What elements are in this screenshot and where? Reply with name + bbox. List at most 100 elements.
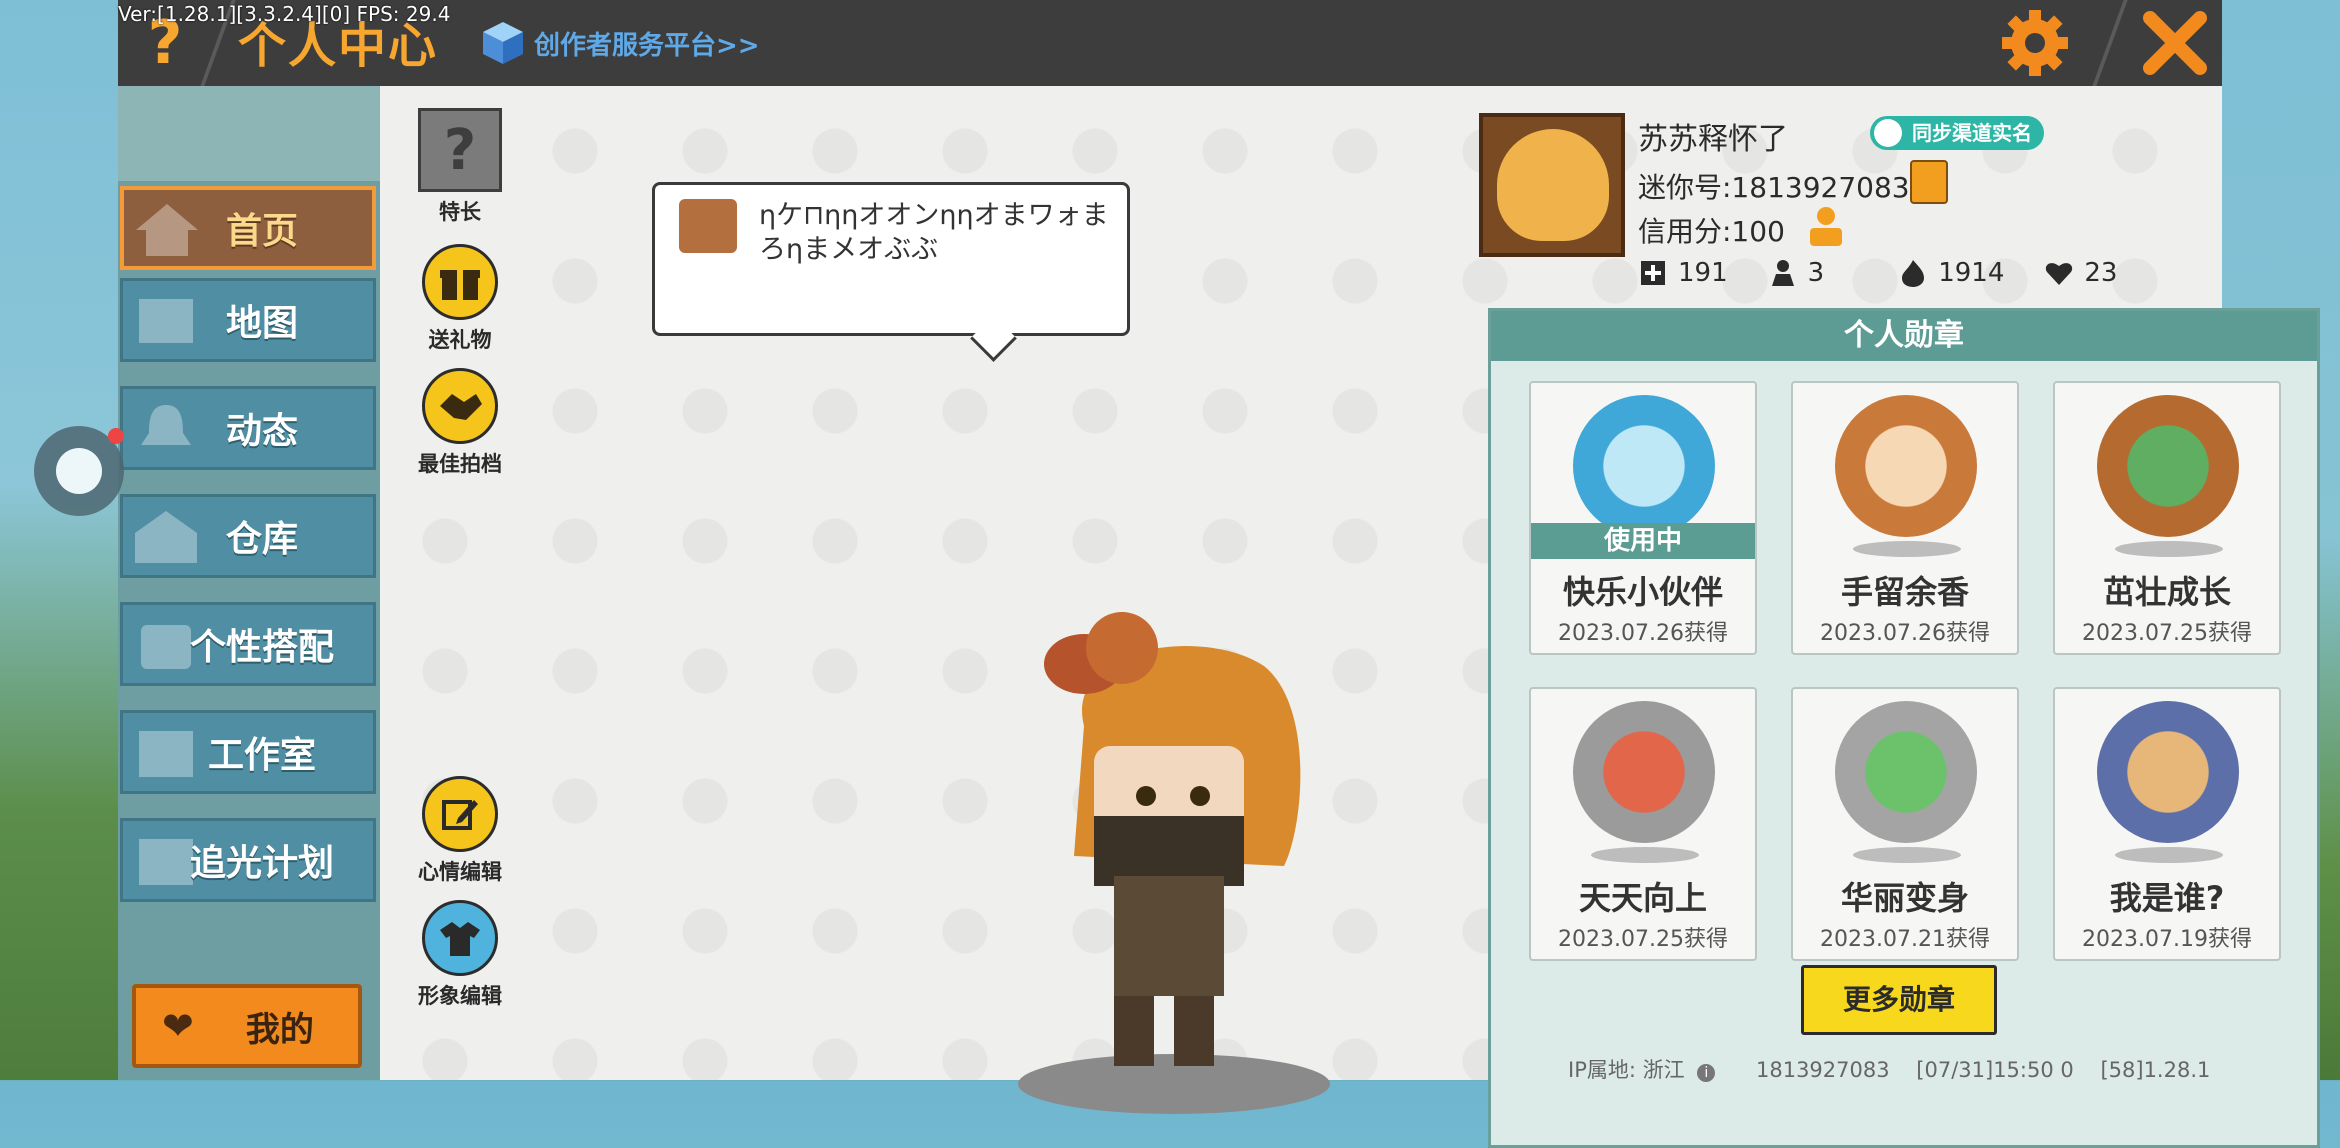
badge-name: 手留余香: [1840, 573, 1969, 611]
heart-icon: ❤: [162, 1004, 194, 1048]
credit-person-icon[interactable]: [1804, 204, 1848, 248]
badge-date: 2023.07.19获得: [2082, 927, 2252, 952]
badge-date: 2023.07.25获得: [2082, 621, 2252, 646]
stat-value: 1914: [1938, 258, 2005, 288]
info-icon: i: [1697, 1064, 1716, 1082]
gift-icon: [422, 244, 498, 320]
stat-value: 3: [1807, 258, 1825, 288]
badge-card[interactable]: 使用中 快乐小伙伴 2023.07.26获得: [1529, 381, 1757, 655]
creator-platform-label: 创作者服务平台>>: [534, 30, 760, 61]
profile-stats: 191 3 1914 23: [1638, 258, 2151, 288]
badge-name: 快乐小伙伴: [1562, 573, 1723, 611]
trait-label: 特长: [439, 200, 481, 224]
stat-popularity[interactable]: 1914: [1898, 258, 2004, 288]
mini-id: 迷你号:1813927083: [1638, 171, 1910, 204]
more-badges-button[interactable]: 更多勋章: [1801, 965, 1997, 1035]
sidebar-item-label: 地图: [225, 303, 298, 344]
medal-shadow: [1591, 847, 1699, 863]
fire-icon: [1902, 260, 1925, 287]
stat-value: 23: [2084, 258, 2118, 288]
like-heart-icon: [2046, 263, 2073, 285]
ip-location: IP属地: 浙江: [1568, 1058, 1685, 1082]
sidebar-item-label: 仓库: [225, 519, 298, 560]
badge-date: 2023.07.26获得: [1558, 621, 1728, 646]
avatar[interactable]: [1479, 113, 1625, 257]
sidebar: 首页 地图 动态 仓库 个性搭配 工作室 追光计划 ❤ 我的: [118, 86, 380, 1080]
sidebar-item-spotlight[interactable]: 追光计划: [120, 818, 376, 902]
badge-name: 华丽变身: [1840, 879, 1969, 917]
outfit-icon: [422, 900, 498, 976]
sidebar-item-outfit[interactable]: 个性搭配: [120, 602, 376, 686]
badge-medal-icon: [1573, 395, 1715, 537]
float-button-inner: [56, 448, 102, 494]
mood-speech-bubble: ηケ⊓ηηオオンηηオまワォまろηまメオぶぶ: [652, 182, 1130, 336]
medal-shadow: [2115, 541, 2223, 557]
mine-button[interactable]: ❤ 我的: [132, 984, 362, 1068]
map-icon: [139, 299, 193, 343]
sidebar-item-label: 动态: [225, 411, 298, 452]
stat-likes[interactable]: 23: [2044, 258, 2117, 288]
creator-platform-link[interactable]: 创作者服务平台>>: [480, 18, 760, 68]
notification-dot: [108, 428, 124, 444]
house-icon: [136, 204, 198, 256]
close-icon[interactable]: [2136, 4, 2214, 82]
bell-icon: [141, 405, 191, 445]
appearance-edit-button[interactable]: 形象编辑: [410, 900, 510, 1010]
best-partner-button[interactable]: 最佳拍档: [410, 368, 510, 478]
sidebar-item-home[interactable]: 首页: [120, 186, 376, 270]
sidebar-item-map[interactable]: 地图: [120, 278, 376, 362]
gear-icon[interactable]: [1998, 6, 2072, 80]
sidebar-item-label: 工作室: [207, 735, 316, 776]
badge-medal-icon: [1835, 701, 1977, 843]
mood-text: ηケ⊓ηηオオンηηオまワォまろηまメオぶぶ: [759, 200, 1109, 265]
copy-icon[interactable]: [1910, 160, 1948, 204]
badge-date: 2023.07.25获得: [1558, 927, 1728, 952]
badge-name: 天天向上: [1578, 879, 1707, 917]
badge-date: 2023.07.26获得: [1820, 621, 1990, 646]
footer-time: [07/31]15:50 0: [1916, 1058, 2074, 1082]
player-avatar-model[interactable]: [964, 606, 1424, 1126]
footer-version: [58]1.28.1: [2100, 1058, 2211, 1082]
gift-button[interactable]: 送礼物: [410, 244, 510, 354]
stat-friends[interactable]: 191: [1638, 258, 1728, 288]
badge-card[interactable]: 手留余香 2023.07.26获得: [1791, 381, 2019, 655]
gift-label: 送礼物: [428, 328, 492, 352]
sidebar-item-warehouse[interactable]: 仓库: [120, 494, 376, 578]
badge-card[interactable]: 我是谁? 2023.07.19获得: [2053, 687, 2281, 961]
sidebar-item-feed[interactable]: 动态: [120, 386, 376, 470]
medal-shadow: [2115, 847, 2223, 863]
badge-medal-icon: [2097, 395, 2239, 537]
sidebar-header: [118, 86, 380, 181]
mood-edit-label: 心情编辑: [418, 860, 502, 884]
best-partner-label: 最佳拍档: [418, 452, 502, 476]
badge-card[interactable]: 天天向上 2023.07.25获得: [1529, 687, 1757, 961]
sidebar-item-studio[interactable]: 工作室: [120, 710, 376, 794]
fans-icon: [1771, 260, 1794, 286]
footer-id: 1813927083: [1755, 1058, 1890, 1082]
mine-label: 我的: [245, 1009, 314, 1050]
profile-content: ? 特长 送礼物 最佳拍档 心情编辑 形象编辑 ηケ⊓ηηオオンηηオまワォまろ…: [380, 86, 2320, 1148]
in-use-tag: 使用中: [1531, 523, 1755, 559]
sidebar-item-label: 个性搭配: [189, 627, 334, 668]
badge-medal-icon: [1573, 701, 1715, 843]
debug-overlay: Ver:[1.28.1][3.3.2.4][0] FPS: 29.4: [118, 2, 451, 26]
badge-card[interactable]: 华丽变身 2023.07.21获得: [1791, 687, 2019, 961]
credit-score: 信用分:100: [1638, 215, 1785, 248]
appearance-edit-label: 形象编辑: [418, 984, 502, 1008]
badges-panel: 个人勋章 使用中 快乐小伙伴 2023.07.26获得 手留余香 2023.07…: [1488, 308, 2320, 1148]
personal-center-window: ? 个人中心 创作者服务平台>> 首页 地图 动态 仓库 个性搭配 工作室 追光…: [118, 0, 2320, 1148]
sidebar-item-label: 首页: [225, 211, 298, 252]
badges-header: 个人勋章: [1491, 311, 2317, 361]
handshake-icon: [422, 368, 498, 444]
sync-realname-badge[interactable]: 同步渠道实名: [1870, 116, 2044, 150]
mood-edit-button[interactable]: 心情编辑: [410, 776, 510, 886]
username: 苏苏释怀了: [1638, 122, 1788, 157]
badge-medal-icon: [2097, 701, 2239, 843]
background-left: [0, 0, 120, 1080]
badge-card[interactable]: 茁壮成长 2023.07.25获得: [2053, 381, 2281, 655]
stat-fans[interactable]: 3: [1768, 258, 1825, 288]
sync-badge-label: 同步渠道实名: [1912, 121, 2032, 145]
character-face-icon: [679, 199, 737, 253]
badge-medal-icon: [1835, 395, 1977, 537]
trait-button[interactable]: ? 特长: [410, 108, 510, 226]
